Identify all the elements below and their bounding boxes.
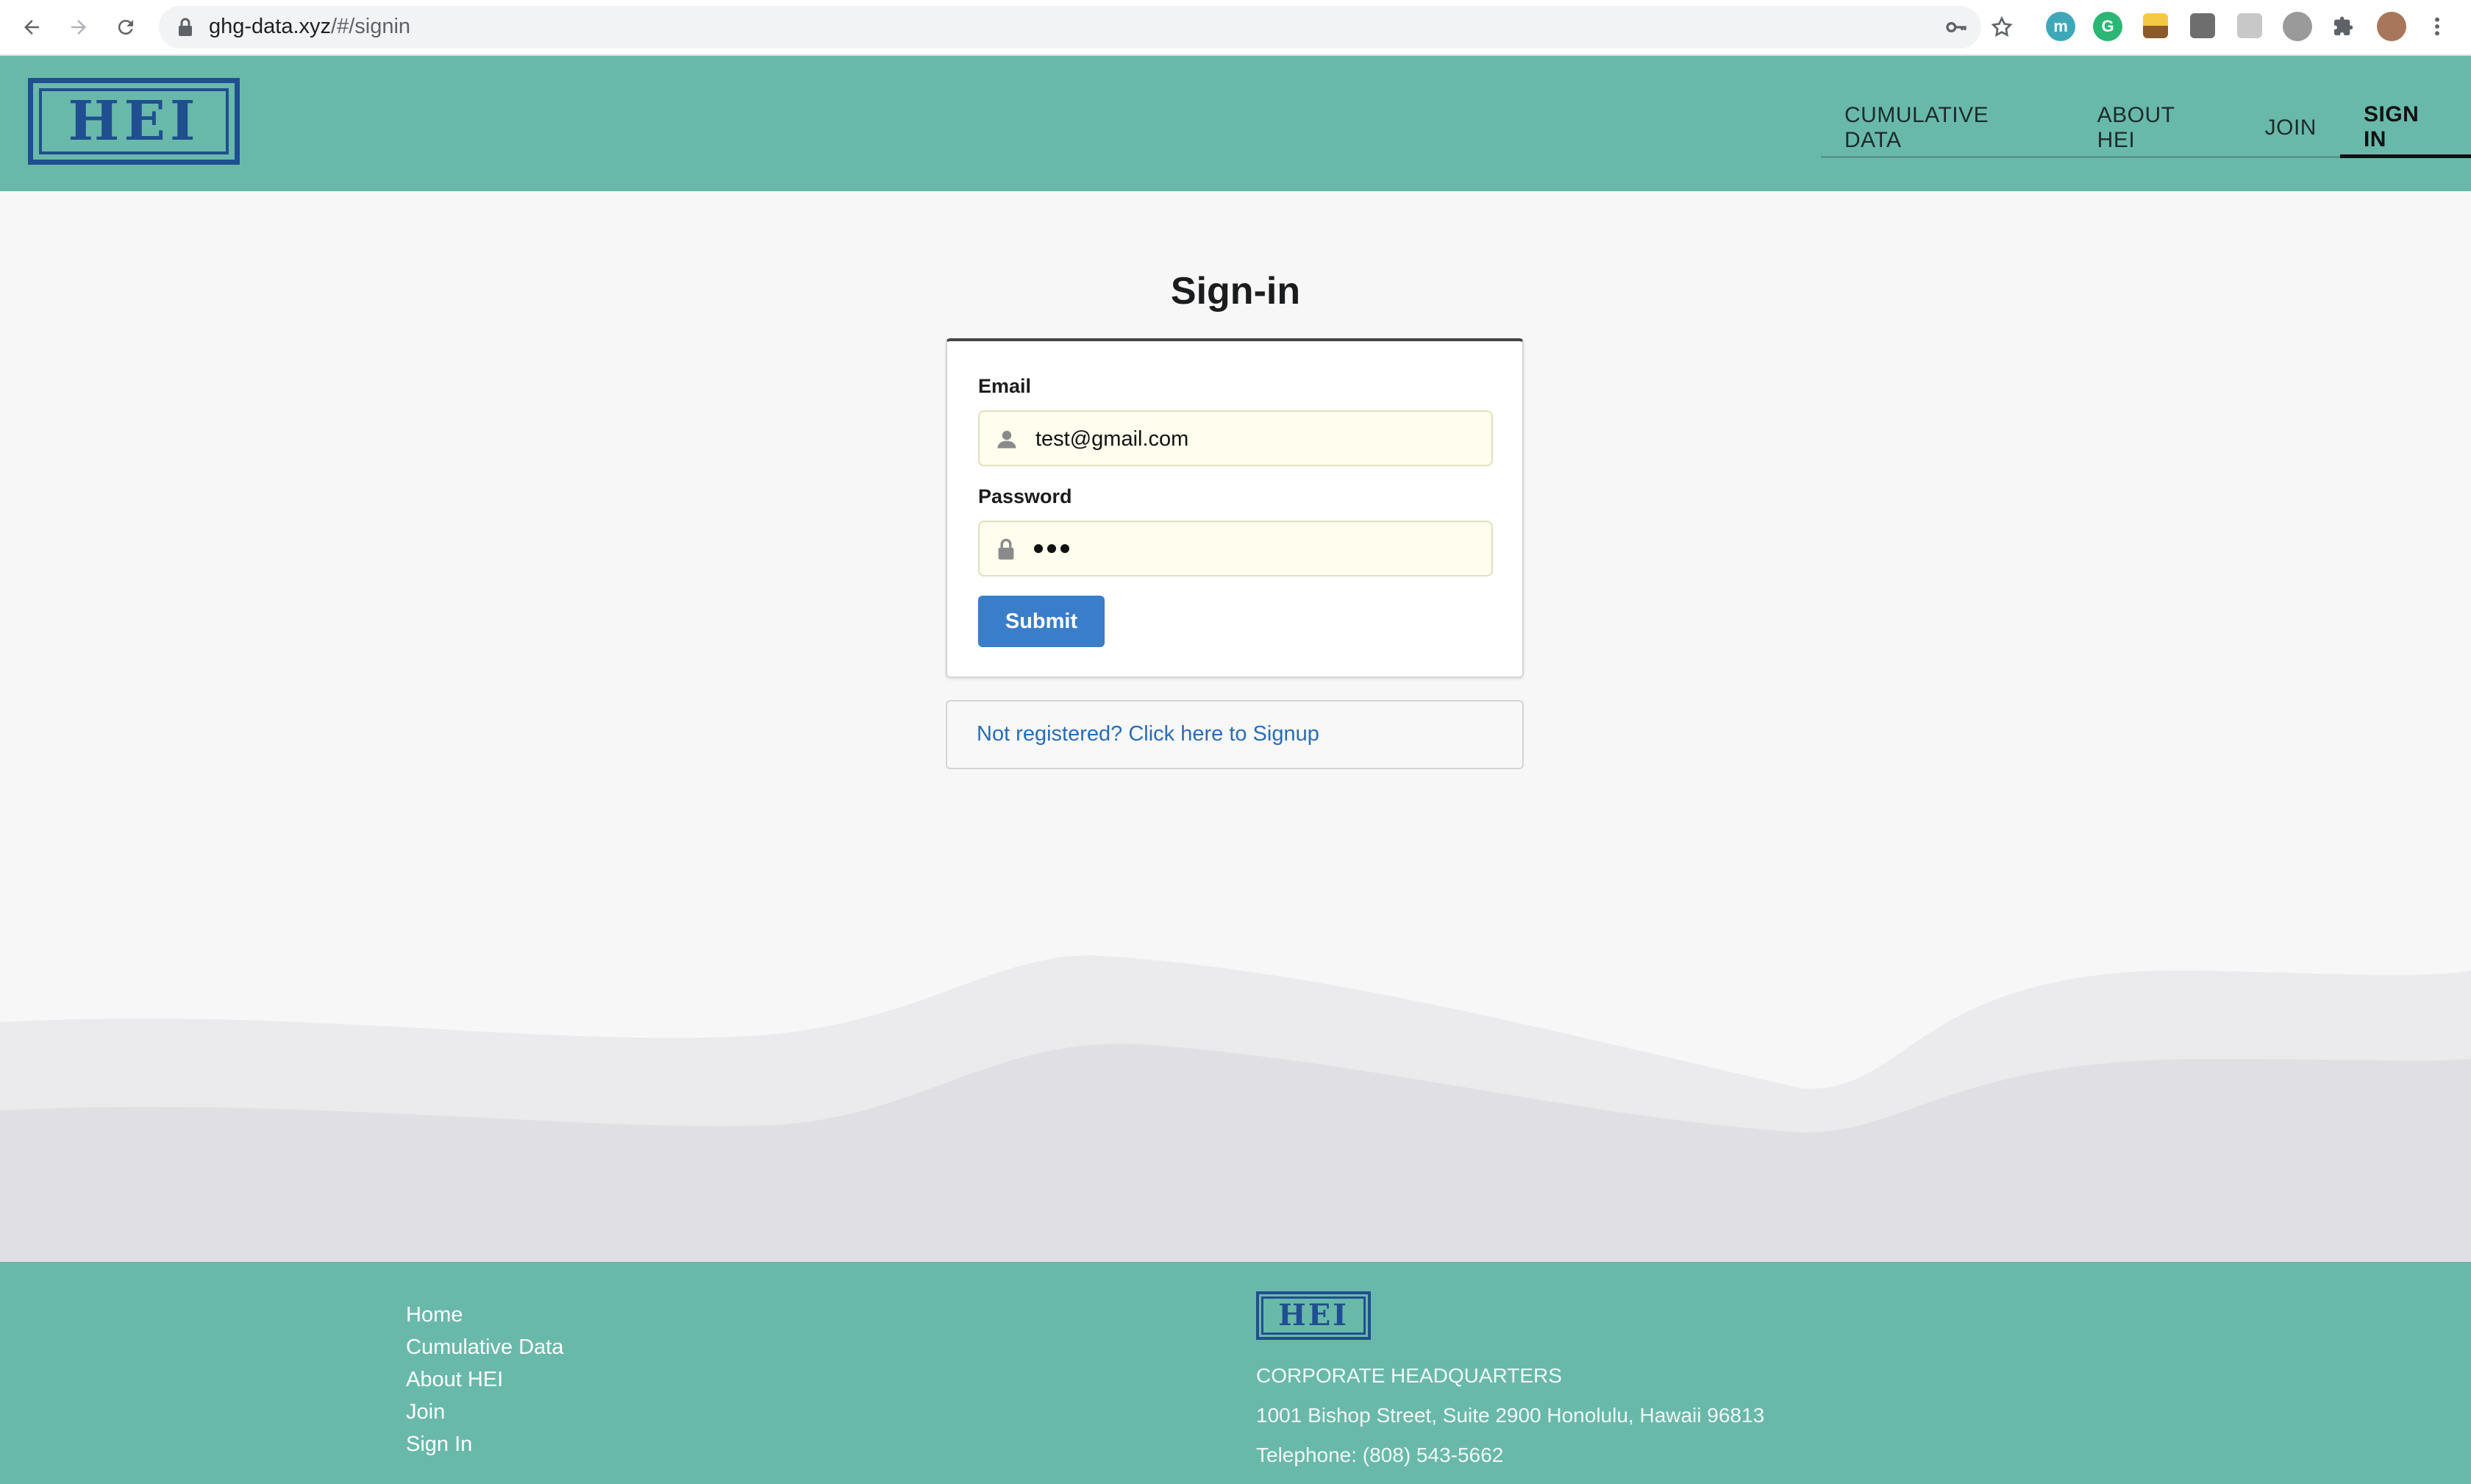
nav-cumulative-data[interactable]: CUMULATIVE DATA xyxy=(1821,100,2074,156)
hei-logo[interactable]: HEI xyxy=(28,78,240,165)
password-field[interactable] xyxy=(978,521,1493,577)
signin-form: Email Password Submit xyxy=(946,338,1524,678)
password-mask-dot xyxy=(1060,544,1069,553)
reload-icon xyxy=(118,20,133,35)
signup-message: Not registered? Click here to Signup xyxy=(946,700,1524,769)
back-arrow-icon xyxy=(24,20,39,35)
nav-join[interactable]: JOIN xyxy=(2242,100,2340,156)
menu-kebab-icon[interactable] xyxy=(2431,15,2443,42)
url-text: ghg-data.xyz/#/signin xyxy=(209,15,410,39)
password-mask-dot xyxy=(1047,544,1056,553)
browser-toolbar: ghg-data.xyz/#/signin m G xyxy=(0,0,2471,56)
extension-icon-4[interactable] xyxy=(2190,13,2215,38)
submit-button[interactable]: Submit xyxy=(978,596,1105,647)
top-navigation: CUMULATIVE DATA ABOUT HEI JOIN SIGN IN xyxy=(1821,100,2471,158)
footer-link-join[interactable]: Join xyxy=(406,1396,563,1428)
extension-icon-5[interactable] xyxy=(2237,13,2262,38)
nav-about-hei[interactable]: ABOUT HEI xyxy=(2074,100,2242,156)
back-button[interactable] xyxy=(15,10,49,44)
profile-avatar[interactable] xyxy=(2377,12,2406,41)
decorative-waves xyxy=(0,955,2471,1265)
site-header: HEI CUMULATIVE DATA ABOUT HEI JOIN SIGN … xyxy=(0,56,2471,191)
extension-grammarly-icon[interactable]: G xyxy=(2093,12,2122,41)
footer-logo-text: HEI xyxy=(1261,1296,1366,1335)
forward-arrow-icon xyxy=(71,20,86,35)
key-icon[interactable] xyxy=(1944,15,1968,43)
nav-sign-in[interactable]: SIGN IN xyxy=(2339,100,2471,158)
extension-m-icon[interactable]: m xyxy=(2046,12,2075,41)
extension-icon-3[interactable] xyxy=(2143,13,2168,38)
site-footer: Home Cumulative Data About HEI Join Sign… xyxy=(0,1262,2471,1484)
email-field[interactable] xyxy=(978,410,1493,466)
hq-address: 1001 Bishop Street, Suite 2900 Honolulu,… xyxy=(1256,1404,1765,1427)
lock-icon xyxy=(996,538,1016,564)
logo-text: HEI xyxy=(39,88,229,154)
email-input[interactable] xyxy=(1034,412,1478,466)
forward-button[interactable] xyxy=(62,10,96,44)
footer-link-sign-in[interactable]: Sign In xyxy=(406,1428,563,1460)
extensions-puzzle-icon[interactable] xyxy=(2331,15,2355,42)
lock-icon xyxy=(176,17,194,41)
bookmark-star-icon[interactable] xyxy=(1990,15,2014,43)
password-input[interactable] xyxy=(1034,522,1069,575)
url-host: ghg-data.xyz xyxy=(209,15,332,38)
footer-links: Home Cumulative Data About HEI Join Sign… xyxy=(406,1299,563,1460)
footer-link-about-hei[interactable]: About HEI xyxy=(406,1363,563,1396)
hq-title: CORPORATE HEADQUARTERS xyxy=(1256,1364,1562,1387)
email-label: Email xyxy=(978,375,1032,397)
footer-address: CORPORATE HEADQUARTERS 1001 Bishop Stree… xyxy=(1256,1356,1764,1475)
footer-link-home[interactable]: Home xyxy=(406,1299,563,1331)
footer-logo: HEI xyxy=(1256,1291,1371,1340)
reload-button[interactable] xyxy=(109,10,143,44)
password-mask-dot xyxy=(1034,544,1043,553)
hq-telephone: Telephone: (808) 543-5662 xyxy=(1256,1444,1504,1466)
page-title: Sign-in xyxy=(1170,270,1301,313)
user-icon xyxy=(996,428,1018,454)
signup-link[interactable]: Not registered? Click here to Signup xyxy=(977,722,1319,746)
address-bar[interactable]: ghg-data.xyz/#/signin xyxy=(159,6,2013,49)
password-label: Password xyxy=(978,485,1072,507)
extension-icon-6[interactable] xyxy=(2283,12,2312,41)
footer-link-cumulative-data[interactable]: Cumulative Data xyxy=(406,1331,563,1363)
url-path: /#/signin xyxy=(331,15,411,38)
